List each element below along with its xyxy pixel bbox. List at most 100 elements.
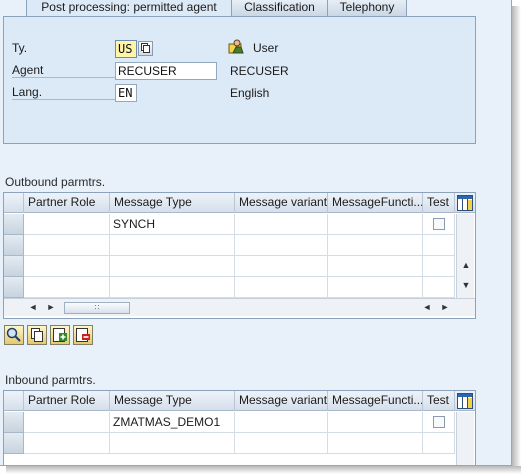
- table-row[interactable]: [24, 433, 455, 454]
- type-label: Ty.: [12, 41, 28, 55]
- delete-button[interactable]: [73, 325, 93, 345]
- cell-message-type[interactable]: [110, 235, 235, 256]
- select-all-cell[interactable]: [4, 193, 24, 213]
- table-row[interactable]: [24, 235, 455, 256]
- tab-telephony[interactable]: Telephony: [327, 0, 407, 17]
- copy-small-icon: [141, 43, 150, 53]
- tab-post-processing[interactable]: Post processing: permitted agent: [26, 0, 232, 17]
- tab-classification[interactable]: Classification: [231, 0, 328, 17]
- permitted-agent-panel: Ty. Agent Lang. US RECUSER EN User RECUS…: [3, 16, 476, 144]
- cell-message-type[interactable]: [110, 277, 235, 298]
- cell-test: [423, 235, 455, 256]
- cell-partner-role[interactable]: [24, 277, 110, 298]
- create-icon: [53, 328, 67, 342]
- table-toolbar: [4, 325, 93, 345]
- scroll-left-icon[interactable]: ◄: [24, 302, 42, 312]
- cell-message-type[interactable]: [110, 256, 235, 277]
- col-partner-role[interactable]: Partner Role: [24, 391, 110, 411]
- row-selector[interactable]: [4, 277, 24, 298]
- agent-label: Agent: [12, 63, 116, 78]
- language-description: English: [230, 86, 270, 100]
- cell-message-type[interactable]: ZMATMAS_DEMO1: [110, 412, 235, 433]
- cell-message-variant[interactable]: [235, 235, 328, 256]
- cell-message-function[interactable]: [328, 235, 423, 256]
- scroll-up-icon[interactable]: ▲: [457, 260, 475, 270]
- copy-button[interactable]: [27, 325, 47, 345]
- type-value-help-button[interactable]: [138, 41, 153, 56]
- language-label: Lang.: [12, 85, 116, 100]
- row-selector[interactable]: [4, 256, 24, 277]
- horizontal-scrollbar[interactable]: ◄ ► ∷ ◄ ►: [4, 298, 475, 316]
- table-row[interactable]: [24, 277, 455, 298]
- cell-message-function[interactable]: [328, 277, 423, 298]
- select-all-cell[interactable]: [4, 391, 24, 411]
- window-shadow-right: [512, 6, 521, 472]
- outbound-table: Partner Role Message Type Message varian…: [3, 192, 476, 319]
- cell-partner-role[interactable]: [24, 433, 110, 454]
- vertical-scrollbar[interactable]: ▲ ▼: [456, 214, 474, 298]
- row-selector[interactable]: [4, 433, 24, 454]
- table-row[interactable]: [24, 256, 455, 277]
- scroll-left-icon[interactable]: ◄: [418, 302, 436, 312]
- row-selector[interactable]: [4, 214, 24, 235]
- partner-profile-screen: Post processing: permitted agent Classif…: [0, 0, 512, 466]
- test-checkbox[interactable]: [433, 218, 445, 230]
- col-message-type[interactable]: Message Type: [110, 193, 235, 213]
- scroll-right-icon[interactable]: ►: [42, 302, 60, 312]
- col-message-variant[interactable]: Message variant: [235, 391, 328, 411]
- details-icon: [6, 327, 21, 342]
- cell-message-type[interactable]: SYNCH: [110, 214, 235, 235]
- col-test[interactable]: Test: [423, 193, 455, 213]
- cell-message-function[interactable]: [328, 214, 423, 235]
- table-settings-icon[interactable]: [457, 195, 473, 211]
- cell-message-variant[interactable]: [235, 433, 328, 454]
- cell-message-variant[interactable]: [235, 256, 328, 277]
- cell-partner-role[interactable]: [24, 412, 110, 433]
- table-row[interactable]: ZMATMAS_DEMO1: [24, 412, 455, 433]
- row-selector[interactable]: [4, 235, 24, 256]
- copy-icon: [31, 328, 43, 342]
- agent-field[interactable]: RECUSER: [115, 62, 217, 80]
- cell-test: [423, 433, 455, 454]
- cell-message-variant[interactable]: [235, 214, 328, 235]
- test-checkbox[interactable]: [433, 416, 445, 428]
- table-settings-icon[interactable]: [457, 393, 473, 409]
- vertical-scrollbar[interactable]: [456, 412, 474, 465]
- inbound-table: Partner Role Message Type Message varian…: [3, 390, 476, 465]
- inbound-title: Inbound parmtrs.: [5, 373, 96, 387]
- cell-partner-role[interactable]: [24, 235, 110, 256]
- cell-partner-role[interactable]: [24, 256, 110, 277]
- cell-test: [423, 277, 455, 298]
- inbound-header: Partner Role Message Type Message varian…: [4, 391, 475, 411]
- row-selector[interactable]: [4, 412, 24, 433]
- cell-test: [423, 412, 455, 433]
- outbound-title: Outbound parmtrs.: [5, 175, 106, 189]
- create-button[interactable]: [50, 325, 70, 345]
- col-partner-role[interactable]: Partner Role: [24, 193, 110, 213]
- cell-message-variant[interactable]: [235, 412, 328, 433]
- tab-strip: Post processing: permitted agent Classif…: [26, 0, 407, 17]
- type-field[interactable]: US: [115, 40, 137, 58]
- scroll-thumb[interactable]: ∷: [64, 302, 130, 314]
- scroll-right-icon[interactable]: ►: [436, 302, 454, 312]
- cell-message-function[interactable]: [328, 256, 423, 277]
- outbound-header: Partner Role Message Type Message varian…: [4, 193, 475, 213]
- col-message-function[interactable]: MessageFuncti...: [328, 193, 423, 213]
- col-test[interactable]: Test: [423, 391, 455, 411]
- scroll-down-icon[interactable]: ▼: [457, 280, 475, 290]
- cell-partner-role[interactable]: [24, 214, 110, 235]
- cell-message-type[interactable]: [110, 433, 235, 454]
- cell-message-function[interactable]: [328, 433, 423, 454]
- details-button[interactable]: [4, 325, 24, 345]
- cell-test: [423, 256, 455, 277]
- col-message-function[interactable]: MessageFuncti...: [328, 391, 423, 411]
- col-message-variant[interactable]: Message variant: [235, 193, 328, 213]
- table-row[interactable]: SYNCH: [24, 214, 455, 235]
- language-field[interactable]: EN: [115, 84, 137, 102]
- cell-message-variant[interactable]: [235, 277, 328, 298]
- agent-description: RECUSER: [230, 64, 289, 78]
- cell-message-function[interactable]: [328, 412, 423, 433]
- col-message-type[interactable]: Message Type: [110, 391, 235, 411]
- type-description: User: [253, 41, 279, 55]
- cell-test: [423, 214, 455, 235]
